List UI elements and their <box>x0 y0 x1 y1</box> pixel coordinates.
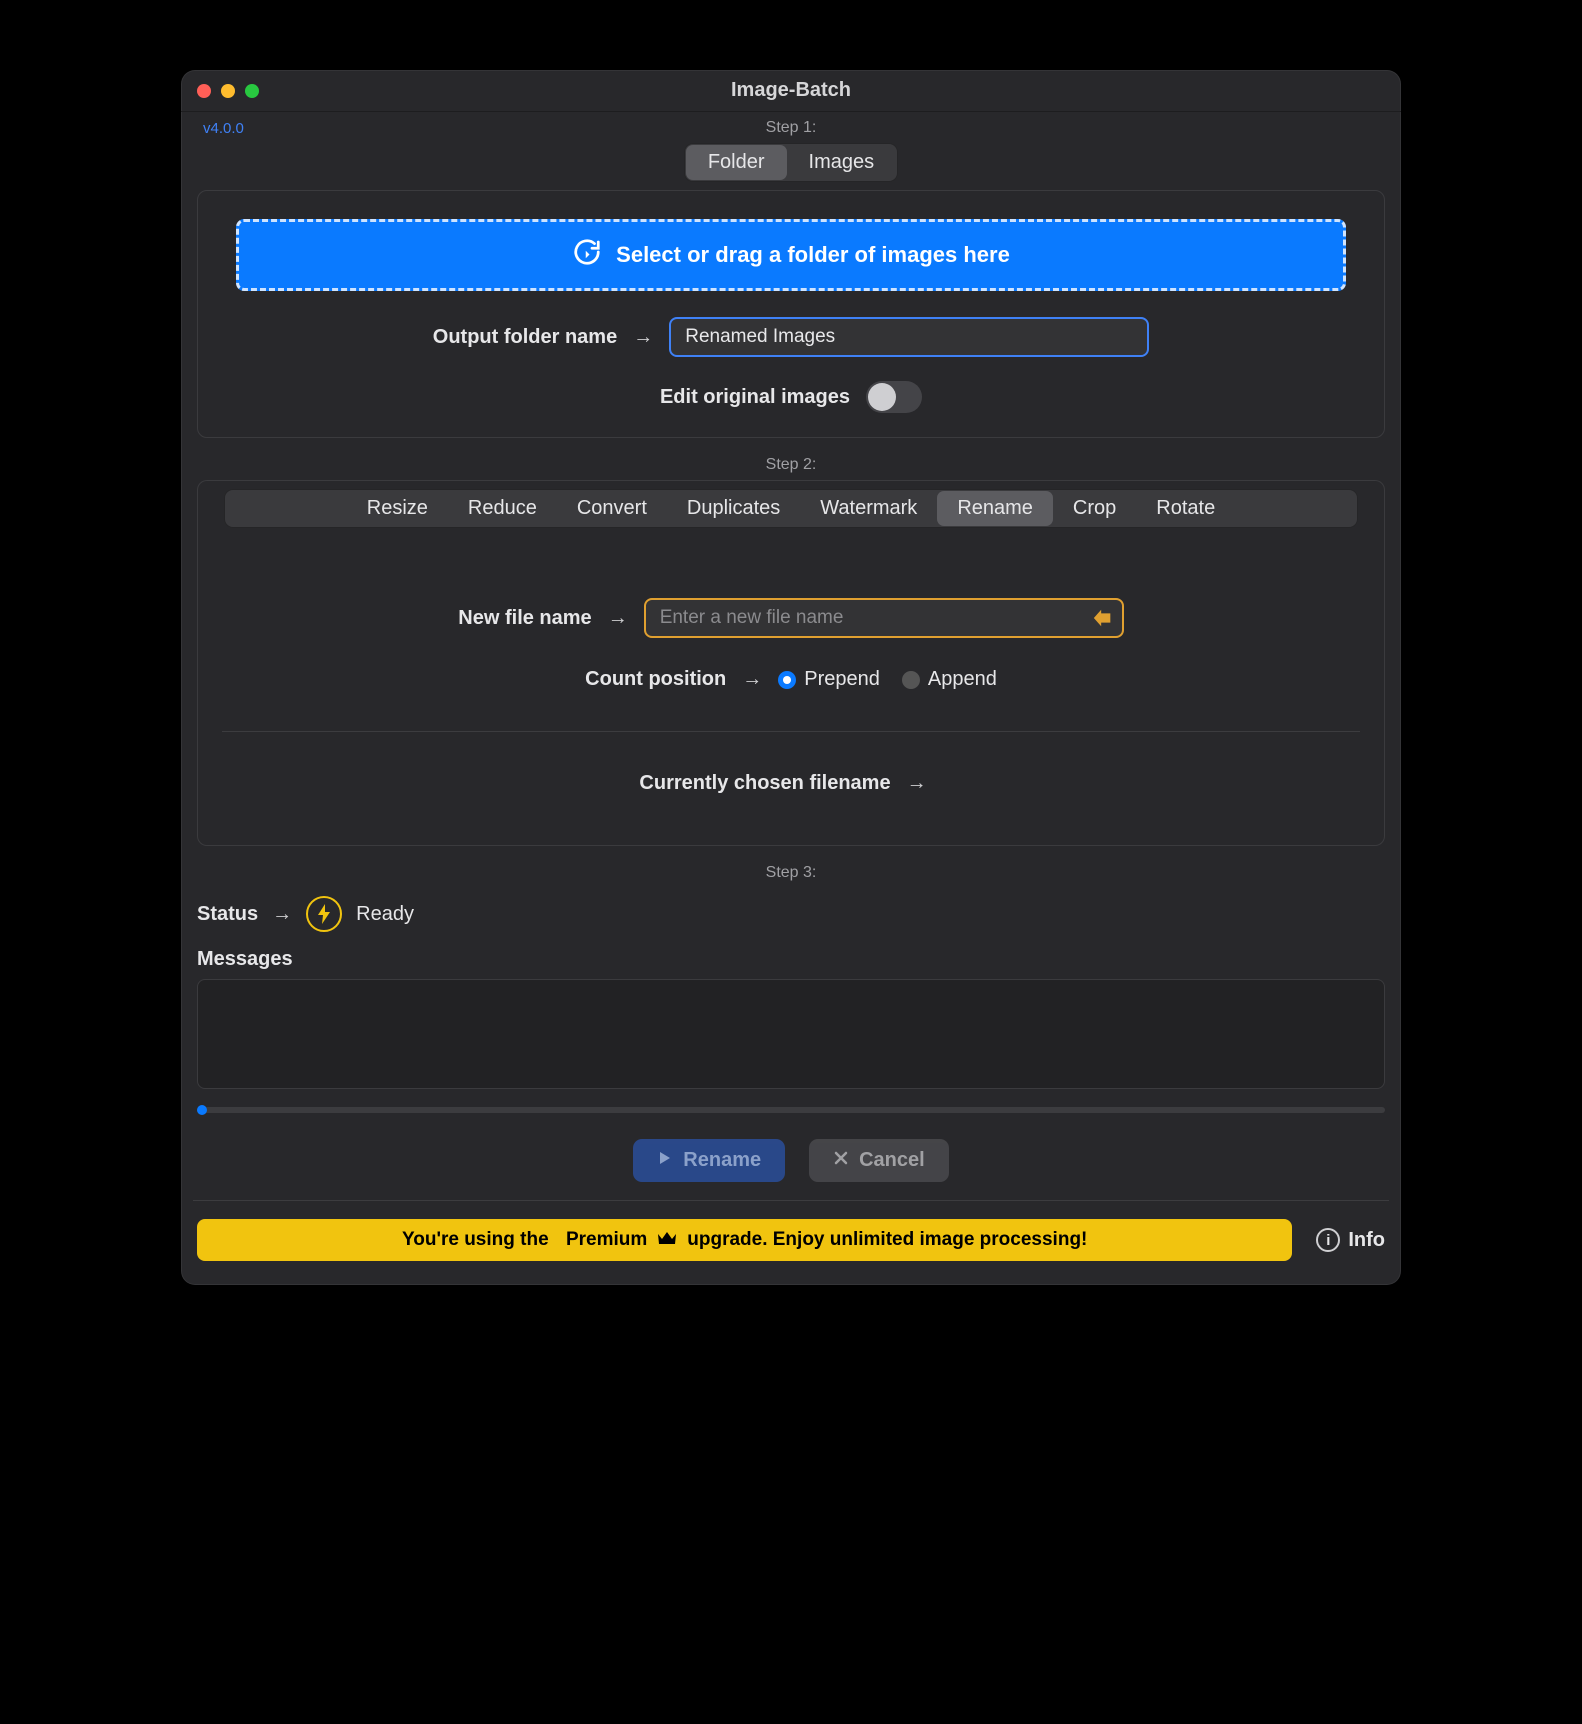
step-2-tabs-wrap: Resize Reduce Convert Duplicates Waterma… <box>197 480 1385 528</box>
tab-resize[interactable]: Resize <box>347 491 448 526</box>
messages-box <box>197 979 1385 1089</box>
tab-rename[interactable]: Rename <box>937 491 1053 526</box>
output-folder-label: Output folder name <box>433 326 617 349</box>
info-button[interactable]: i Info <box>1316 1228 1385 1252</box>
divider <box>222 731 1360 732</box>
chosen-filename-label: Currently chosen filename <box>639 772 890 795</box>
tab-watermark[interactable]: Watermark <box>800 491 937 526</box>
count-position-label: Count position <box>585 668 726 691</box>
titlebar: Image-Batch <box>181 70 1401 112</box>
folder-dropzone[interactable]: Select or drag a folder of images here <box>236 219 1346 291</box>
cursor-reload-icon <box>572 237 602 273</box>
segment-images[interactable]: Images <box>787 145 897 180</box>
status-label: Status <box>197 903 258 926</box>
lightning-icon <box>306 896 342 932</box>
info-label: Info <box>1348 1229 1385 1252</box>
arrow-right-icon: → <box>608 607 628 630</box>
premium-word: Premium <box>566 1229 647 1251</box>
arrow-right-icon: → <box>742 668 762 691</box>
status-value: Ready <box>356 903 414 926</box>
progress-bar <box>197 1107 1385 1113</box>
play-icon <box>657 1149 673 1172</box>
arrow-right-icon: → <box>272 903 292 926</box>
run-button[interactable]: Rename <box>633 1139 785 1182</box>
close-window-button[interactable] <box>197 84 211 98</box>
step-2-label: Step 2: <box>193 456 1389 474</box>
maximize-window-button[interactable] <box>245 84 259 98</box>
minimize-window-button[interactable] <box>221 84 235 98</box>
tab-duplicates[interactable]: Duplicates <box>667 491 800 526</box>
edit-original-label: Edit original images <box>660 386 850 409</box>
premium-text-prefix: You're using the <box>402 1229 549 1251</box>
window-title: Image-Batch <box>181 79 1401 102</box>
dropzone-text: Select or drag a folder of images here <box>616 242 1010 268</box>
cancel-button[interactable]: Cancel <box>809 1139 949 1182</box>
step-1-label: Step 1: <box>193 119 1389 137</box>
cancel-button-label: Cancel <box>859 1149 925 1172</box>
arrow-right-icon: → <box>907 772 927 795</box>
edit-original-toggle[interactable] <box>866 381 922 413</box>
output-folder-input[interactable] <box>669 317 1149 357</box>
radio-prepend-label: Prepend <box>804 668 880 691</box>
premium-text-suffix: upgrade. Enjoy unlimited image processin… <box>687 1229 1087 1251</box>
app-window: Image-Batch v4.0.0 Step 1: Folder Images <box>181 70 1401 1285</box>
run-button-label: Rename <box>683 1149 761 1172</box>
step-3-label: Step 3: <box>193 864 1389 882</box>
divider <box>193 1200 1389 1201</box>
new-filename-label: New file name <box>458 607 591 630</box>
input-mode-segment: Folder Images <box>684 143 898 182</box>
tab-crop[interactable]: Crop <box>1053 491 1136 526</box>
segment-folder[interactable]: Folder <box>686 145 787 180</box>
operation-tabs: Resize Reduce Convert Duplicates Waterma… <box>224 489 1358 528</box>
messages-label: Messages <box>197 948 1385 971</box>
tab-rotate[interactable]: Rotate <box>1136 491 1235 526</box>
new-filename-input[interactable] <box>644 598 1124 638</box>
step-1-panel: Select or drag a folder of images here O… <box>197 190 1385 438</box>
radio-append[interactable]: Append <box>902 668 997 691</box>
radio-append-label: Append <box>928 668 997 691</box>
step-2-panel: New file name → Count position → Prepend <box>197 528 1385 846</box>
close-icon <box>833 1149 849 1172</box>
info-icon: i <box>1316 1228 1340 1252</box>
premium-banner: You're using the Premium upgrade. Enjoy … <box>197 1219 1292 1261</box>
tab-convert[interactable]: Convert <box>557 491 667 526</box>
radio-prepend[interactable]: Prepend <box>778 668 880 691</box>
crown-icon <box>657 1230 677 1251</box>
count-position-radio-group: Prepend Append <box>778 668 997 691</box>
arrow-right-icon: → <box>633 326 653 349</box>
window-controls <box>197 84 259 98</box>
tab-reduce[interactable]: Reduce <box>448 491 557 526</box>
